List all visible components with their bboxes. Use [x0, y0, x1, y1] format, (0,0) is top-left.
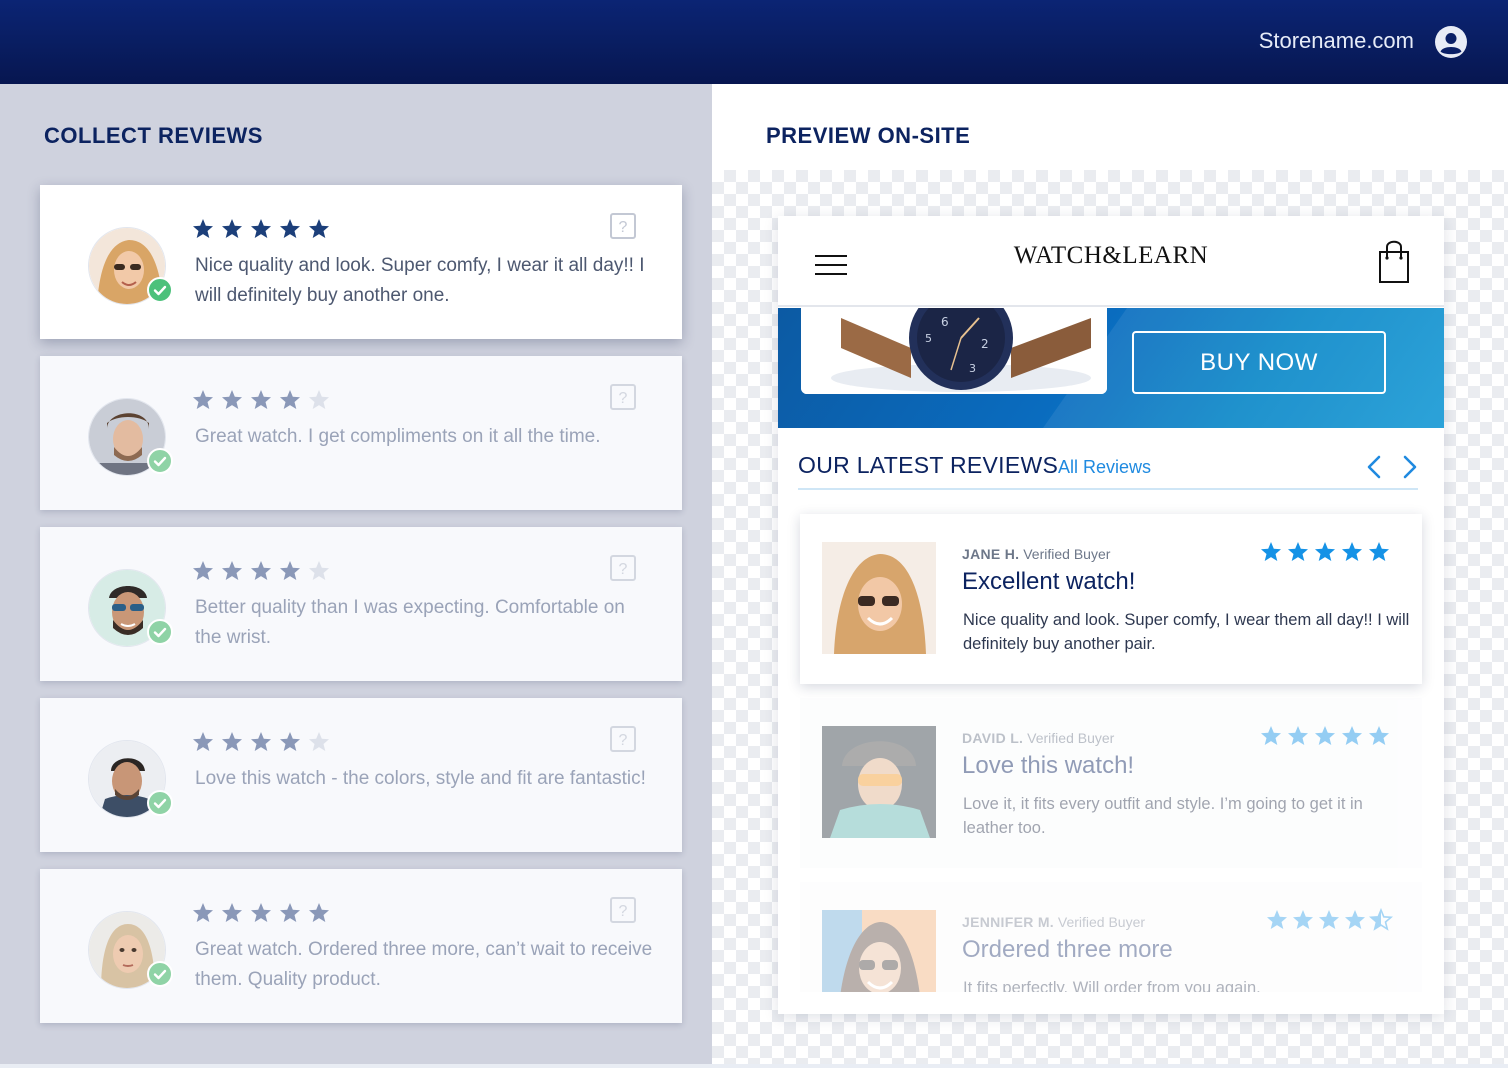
check-icon [147, 961, 173, 987]
section-divider [798, 488, 1418, 490]
review-text: Great watch. I get compliments on it all… [195, 426, 601, 447]
chevron-right-icon[interactable] [1400, 454, 1420, 480]
site-header: WATCH&LEARN [778, 216, 1444, 307]
verified-badge: Verified Buyer [1027, 730, 1115, 746]
site-preview: WATCH&LEARN 6 2 5 3 BUY NOW OUR LATEST R… [778, 216, 1444, 1014]
review-card[interactable]: Great watch. Ordered three more, can’t w… [40, 869, 682, 1023]
latest-reviews-title: OUR LATEST REVIEWS [798, 452, 1059, 478]
review-text: Great watch. Ordered three more, can’t w… [195, 939, 653, 990]
store-name[interactable]: Storename.com [1259, 28, 1414, 54]
clip-container: JENNIFER M. Verified Buyer Ordered three… [778, 882, 1444, 992]
shopping-bag-icon[interactable] [1378, 238, 1410, 284]
rating-stars [1261, 542, 1389, 561]
hero-banner: 6 2 5 3 BUY NOW [778, 308, 1444, 428]
review-body: Nice quality and look. Super comfy, I we… [963, 611, 1410, 653]
review-title: Ordered three more [962, 936, 1173, 963]
preview-title: PREVIEW ON-SITE [766, 123, 971, 148]
reviewer-meta: DAVID L. Verified Buyer [962, 730, 1114, 746]
question-icon[interactable]: ? [610, 555, 636, 581]
site-review-card[interactable]: DAVID L. Verified Buyer Love this watch!… [800, 698, 1422, 868]
question-icon[interactable]: ? [610, 213, 636, 239]
site-brand[interactable]: WATCH&LEARN [778, 242, 1444, 270]
review-title: Love this watch! [962, 752, 1135, 779]
review-card[interactable]: Great watch. I get compliments on it all… [40, 356, 682, 510]
site-review-card[interactable]: JENNIFER M. Verified Buyer Ordered three… [800, 882, 1422, 992]
rating-stars [193, 903, 329, 922]
collect-reviews-title: COLLECT REVIEWS [44, 123, 263, 148]
rating-stars [193, 561, 329, 580]
review-body: It fits perfectly. Will order from you a… [963, 979, 1261, 992]
review-card[interactable]: Nice quality and look. Super comfy, I we… [40, 185, 682, 339]
svg-text:?: ? [619, 561, 628, 578]
svg-text:2: 2 [981, 337, 989, 351]
site-review-card[interactable]: JANE H. Verified Buyer Excellent watch! … [800, 514, 1422, 684]
svg-text:3: 3 [969, 362, 976, 375]
rating-stars [1267, 908, 1394, 931]
reviewer-photo [822, 910, 936, 992]
bottom-edge [0, 1064, 1508, 1068]
buy-now-button[interactable]: BUY NOW [1132, 331, 1386, 394]
question-icon[interactable]: ? [610, 726, 636, 752]
review-text: Love this watch - the colors, style and … [195, 768, 646, 789]
svg-text:?: ? [619, 903, 628, 920]
check-icon [147, 277, 173, 303]
question-icon[interactable]: ? [610, 897, 636, 923]
review-body: Love it, it fits every outfit and style.… [963, 795, 1363, 837]
verified-badge: Verified Buyer [1023, 546, 1111, 562]
chevron-left-icon[interactable] [1364, 454, 1384, 480]
review-text: Nice quality and look. Super comfy, I we… [195, 255, 645, 306]
svg-text:?: ? [619, 219, 628, 236]
svg-text:?: ? [619, 732, 628, 749]
question-icon[interactable]: ? [610, 384, 636, 410]
top-bar: Storename.com [0, 0, 1508, 84]
rating-stars [193, 219, 329, 238]
product-image: 6 2 5 3 [801, 308, 1107, 394]
svg-text:6: 6 [941, 315, 949, 329]
rating-stars [193, 732, 329, 751]
rating-stars [1261, 726, 1389, 745]
check-icon [147, 448, 173, 474]
reviewer-photo [822, 542, 936, 654]
review-card[interactable]: Better quality than I was expecting. Com… [40, 527, 682, 681]
review-text: Better quality than I was expecting. Com… [195, 597, 625, 648]
verified-badge: Verified Buyer [1057, 914, 1146, 930]
reviewer-photo [822, 726, 936, 838]
svg-text:?: ? [619, 390, 628, 407]
reviewer-meta: JENNIFER M. Verified Buyer [962, 914, 1145, 930]
all-reviews-link[interactable]: All Reviews [1058, 457, 1151, 478]
review-card[interactable]: Love this watch - the colors, style and … [40, 698, 682, 852]
check-icon [147, 790, 173, 816]
svg-text:5: 5 [925, 332, 932, 345]
reviewer-name: JANE H. [962, 546, 1020, 562]
user-circle-icon[interactable] [1435, 26, 1467, 58]
review-title: Excellent watch! [962, 568, 1136, 595]
check-icon [147, 619, 173, 645]
reviewer-name: DAVID L. [962, 730, 1024, 746]
reviewer-name: JENNIFER M. [962, 914, 1054, 930]
reviewer-meta: JANE H. Verified Buyer [962, 546, 1110, 562]
rating-stars [193, 390, 329, 409]
